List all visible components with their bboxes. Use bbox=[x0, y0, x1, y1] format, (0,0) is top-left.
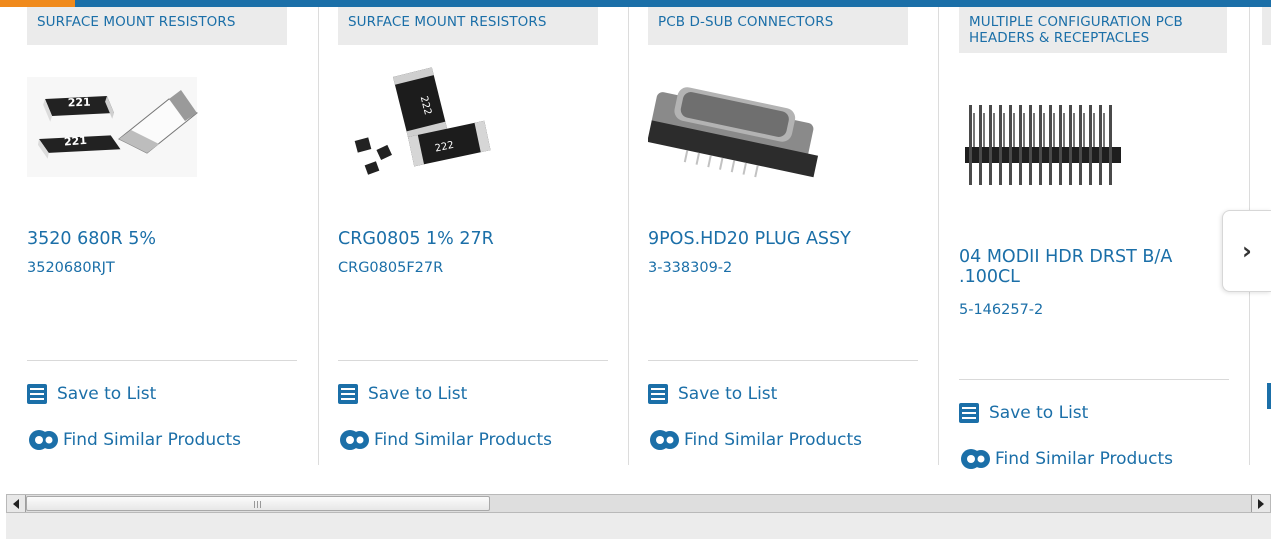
find-similar-label: Find Similar Products bbox=[995, 449, 1173, 469]
next-card-peek-icon bbox=[1267, 383, 1271, 409]
list-icon bbox=[959, 403, 979, 423]
product-card: MULTIPLE CONFIGURATION PCB HEADERS & REC… bbox=[949, 7, 1239, 485]
svg-text:221: 221 bbox=[64, 134, 88, 149]
product-title[interactable]: 3520 680R 5% bbox=[27, 229, 297, 249]
arrow-left-icon bbox=[13, 498, 19, 509]
product-card: SURFACE MOUNT RESISTORS 222 222 CRG0805 … bbox=[328, 7, 618, 485]
product-carousel: SURFACE MOUNT RESISTORS 221 221 3520 680… bbox=[0, 7, 1271, 492]
card-separator bbox=[318, 7, 319, 465]
save-to-list-button[interactable]: Save to List bbox=[338, 384, 467, 404]
find-similar-button[interactable]: Find Similar Products bbox=[338, 428, 552, 452]
save-to-list-label: Save to List bbox=[368, 384, 468, 404]
part-number[interactable]: 3520680RJT bbox=[27, 260, 115, 276]
scroll-left-button[interactable] bbox=[7, 495, 26, 512]
grip-line bbox=[257, 501, 258, 508]
category-label[interactable]: PCB D-SUB CONNECTORS bbox=[648, 7, 908, 45]
save-to-list-label: Save to List bbox=[989, 403, 1089, 423]
save-to-list-label: Save to List bbox=[678, 384, 778, 404]
top-bar bbox=[0, 0, 1271, 7]
top-bar-accent bbox=[0, 0, 75, 7]
grip-line bbox=[254, 501, 255, 508]
horizontal-scrollbar[interactable] bbox=[6, 494, 1271, 513]
product-image[interactable] bbox=[647, 67, 918, 187]
find-similar-gear-icon bbox=[648, 428, 682, 452]
product-title[interactable]: 9POS.HD20 PLUG ASSY bbox=[648, 229, 918, 249]
save-to-list-button[interactable]: Save to List bbox=[27, 384, 156, 404]
list-icon bbox=[27, 384, 47, 404]
list-icon bbox=[648, 384, 668, 404]
carousel-next-button[interactable]: › bbox=[1222, 210, 1271, 292]
footer-strip bbox=[6, 513, 1271, 539]
find-similar-label: Find Similar Products bbox=[374, 430, 552, 450]
product-title[interactable]: CRG0805 1% 27R bbox=[338, 229, 608, 249]
product-image[interactable] bbox=[959, 95, 1229, 215]
svg-text:221: 221 bbox=[67, 96, 90, 110]
category-label[interactable]: SURFACE MOUNT RESISTORS bbox=[27, 7, 287, 45]
list-icon bbox=[338, 384, 358, 404]
grip-line bbox=[260, 501, 261, 508]
product-image[interactable]: 222 222 bbox=[338, 67, 608, 187]
product-card: PCB D-SUB CONNECTORS 9POS.HD20 PLUG ASSY… bbox=[638, 7, 928, 485]
product-image[interactable]: 221 221 bbox=[27, 67, 297, 187]
category-label[interactable]: SURFACE MOUNT RESISTORS bbox=[338, 7, 598, 45]
divider bbox=[27, 360, 297, 361]
part-number[interactable]: 5-146257-2 bbox=[959, 302, 1043, 318]
save-to-list-button[interactable]: Save to List bbox=[959, 403, 1088, 423]
product-card: SURFACE MOUNT RESISTORS 221 221 3520 680… bbox=[17, 7, 307, 485]
card-separator bbox=[938, 7, 939, 465]
find-similar-button[interactable]: Find Similar Products bbox=[648, 428, 862, 452]
divider bbox=[648, 360, 918, 361]
save-to-list-label: Save to List bbox=[57, 384, 157, 404]
next-card-peek bbox=[1262, 7, 1271, 45]
divider bbox=[959, 379, 1229, 380]
category-label[interactable]: MULTIPLE CONFIGURATION PCB HEADERS & REC… bbox=[959, 7, 1227, 53]
find-similar-gear-icon bbox=[959, 447, 993, 471]
card-separator bbox=[628, 7, 629, 465]
find-similar-gear-icon bbox=[338, 428, 372, 452]
find-similar-gear-icon bbox=[27, 428, 61, 452]
save-to-list-button[interactable]: Save to List bbox=[648, 384, 777, 404]
product-title[interactable]: 04 MODII HDR DRST B/A .100CL bbox=[959, 247, 1219, 287]
scroll-right-button[interactable] bbox=[1251, 495, 1270, 512]
arrow-right-icon bbox=[1258, 498, 1264, 509]
part-number[interactable]: CRG0805F27R bbox=[338, 260, 443, 276]
find-similar-button[interactable]: Find Similar Products bbox=[959, 447, 1173, 471]
find-similar-label: Find Similar Products bbox=[63, 430, 241, 450]
scrollbar-thumb[interactable] bbox=[26, 496, 490, 511]
find-similar-button[interactable]: Find Similar Products bbox=[27, 428, 241, 452]
part-number[interactable]: 3-338309-2 bbox=[648, 260, 732, 276]
divider bbox=[338, 360, 608, 361]
chevron-right-icon: › bbox=[1242, 237, 1252, 265]
find-similar-label: Find Similar Products bbox=[684, 430, 862, 450]
